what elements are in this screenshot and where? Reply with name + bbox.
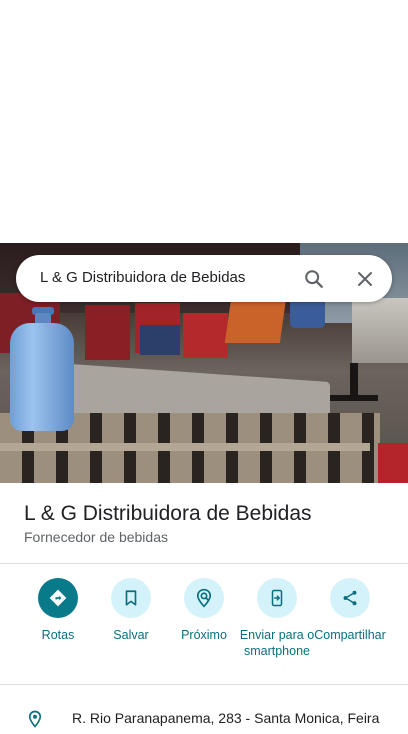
address-text[interactable]: R. Rio Paranapanema, 283 - Santa Monica,… xyxy=(72,710,379,726)
nearby-icon xyxy=(184,578,224,618)
place-category[interactable]: Fornecedor de bebidas xyxy=(24,529,168,545)
share-icon xyxy=(330,578,370,618)
close-icon[interactable] xyxy=(351,265,379,293)
location-pin-icon xyxy=(26,709,44,734)
directions-icon xyxy=(38,578,78,618)
search-input[interactable]: L & G Distribuidora de Bebidas xyxy=(40,269,245,286)
send-to-phone-button[interactable]: Enviar para o smartphone xyxy=(238,578,316,659)
search-bar[interactable]: L & G Distribuidora de Bebidas xyxy=(16,255,392,302)
directions-label: Rotas xyxy=(41,628,75,642)
share-button[interactable]: Compartilhar xyxy=(311,578,389,643)
divider xyxy=(0,563,408,564)
send-to-phone-label: Enviar para o smartphone xyxy=(239,628,315,658)
save-button[interactable]: Salvar xyxy=(92,578,170,643)
send-to-phone-icon xyxy=(257,578,297,618)
blank-area xyxy=(0,0,408,243)
place-title: L & G Distribuidora de Bebidas xyxy=(24,502,312,525)
bookmark-icon xyxy=(111,578,151,618)
divider xyxy=(0,684,408,685)
directions-button[interactable]: Rotas xyxy=(19,578,97,643)
nearby-button[interactable]: Próximo xyxy=(165,578,243,643)
share-label: Compartilhar xyxy=(314,628,386,642)
nearby-label: Próximo xyxy=(181,628,227,642)
save-label: Salvar xyxy=(113,628,149,642)
search-icon[interactable] xyxy=(300,265,328,293)
